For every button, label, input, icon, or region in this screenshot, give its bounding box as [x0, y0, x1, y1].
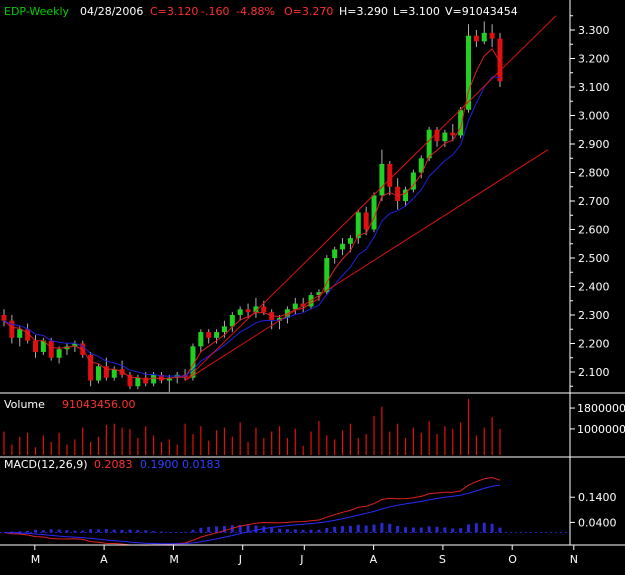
candle-up	[442, 132, 448, 142]
macd-signal-value: 0.1900	[140, 458, 179, 471]
price-tick-label: 3.300	[578, 24, 610, 37]
candle-up	[458, 109, 464, 136]
price-tick-label: 2.900	[578, 138, 610, 151]
macd-tick-label: 0.1400	[578, 491, 617, 504]
candle-up	[56, 349, 62, 358]
candle-up	[332, 249, 338, 258]
candle-down	[363, 212, 369, 230]
candle-up	[151, 374, 157, 384]
candle-down	[450, 132, 456, 136]
candle-down	[1, 315, 7, 321]
candle-up	[355, 212, 361, 239]
header-change-pct: -4.88%	[236, 5, 275, 18]
candle-down	[143, 377, 149, 384]
price-tick-label: 2.600	[578, 224, 610, 237]
price-tick-label: 2.400	[578, 281, 610, 294]
macd-value: 0.2083	[94, 458, 133, 471]
candle-down	[32, 340, 38, 353]
x-axis-label: M	[169, 553, 179, 566]
candle-down	[206, 332, 212, 338]
macd-hist-value: 0.0183	[182, 458, 221, 471]
x-axis-label: J	[299, 553, 303, 566]
candle-up	[214, 332, 220, 338]
price-tick-label: 2.300	[578, 309, 610, 322]
candle-up	[347, 238, 353, 244]
candle-up	[198, 332, 204, 347]
price-tick-label: 2.700	[578, 195, 610, 208]
x-axis-label: O	[508, 553, 517, 566]
header-close: C=3.120	[150, 5, 198, 18]
header-change: -.160	[201, 5, 229, 18]
volume-label: Volume	[4, 398, 45, 411]
candle-up	[17, 329, 23, 338]
candle-up	[379, 163, 385, 196]
x-axis-label: A	[370, 553, 378, 566]
candle-up	[221, 326, 227, 333]
candle-down	[395, 186, 401, 201]
price-tick-label: 2.800	[578, 167, 610, 180]
candle-up	[135, 377, 141, 387]
x-axis-label: J	[238, 553, 242, 566]
x-axis-label: N	[570, 553, 578, 566]
macd-tick-label: 0.0400	[578, 516, 617, 529]
header-symbol: EDP-Weekly	[4, 5, 70, 18]
candle-up	[95, 366, 101, 381]
candle-down	[261, 306, 267, 313]
price-tick-label: 2.100	[578, 366, 610, 379]
header-high: H=3.290	[339, 5, 388, 18]
candle-down	[245, 309, 251, 313]
macd-label: MACD(12,26,9)	[4, 458, 88, 471]
candle-up	[111, 369, 117, 378]
x-axis-label: M	[31, 553, 41, 566]
volume-tick-label: 1800000	[577, 402, 625, 415]
price-tick-label: 3.000	[578, 110, 610, 123]
price-tick-label: 2.200	[578, 338, 610, 351]
price-tick-label: 3.200	[578, 53, 610, 66]
candle-down	[48, 340, 54, 358]
header-open: O=3.270	[284, 5, 333, 18]
price-tick-label: 3.100	[578, 81, 610, 94]
candle-down	[387, 163, 393, 187]
candle-up	[340, 243, 346, 250]
header-date: 04/28/2006	[80, 5, 143, 18]
volume-tick-label: 1000000	[577, 423, 625, 436]
header-low: L=3.100	[393, 5, 440, 18]
price-tick-label: 2.500	[578, 252, 610, 265]
candle-down	[489, 32, 495, 39]
chart-area: 3.300 3.200 3.100 3.000 2.900 2.800 2.700 2.600…	[0, 0, 625, 571]
stock-chart-svg: 3.300 3.200 3.100 3.000 2.900 2.800 2.700 2.600…	[0, 0, 625, 571]
volume-value: 91043456.00	[62, 398, 135, 411]
candle-up	[292, 303, 298, 310]
candle-up	[481, 32, 487, 42]
x-axis-label: S	[439, 553, 446, 566]
x-axis-label: A	[100, 553, 108, 566]
header-volume: V=91043454	[445, 5, 518, 18]
candle-up	[237, 309, 243, 315]
chart-background	[0, 0, 625, 571]
candle-up	[426, 129, 432, 159]
candle-down	[473, 35, 479, 42]
